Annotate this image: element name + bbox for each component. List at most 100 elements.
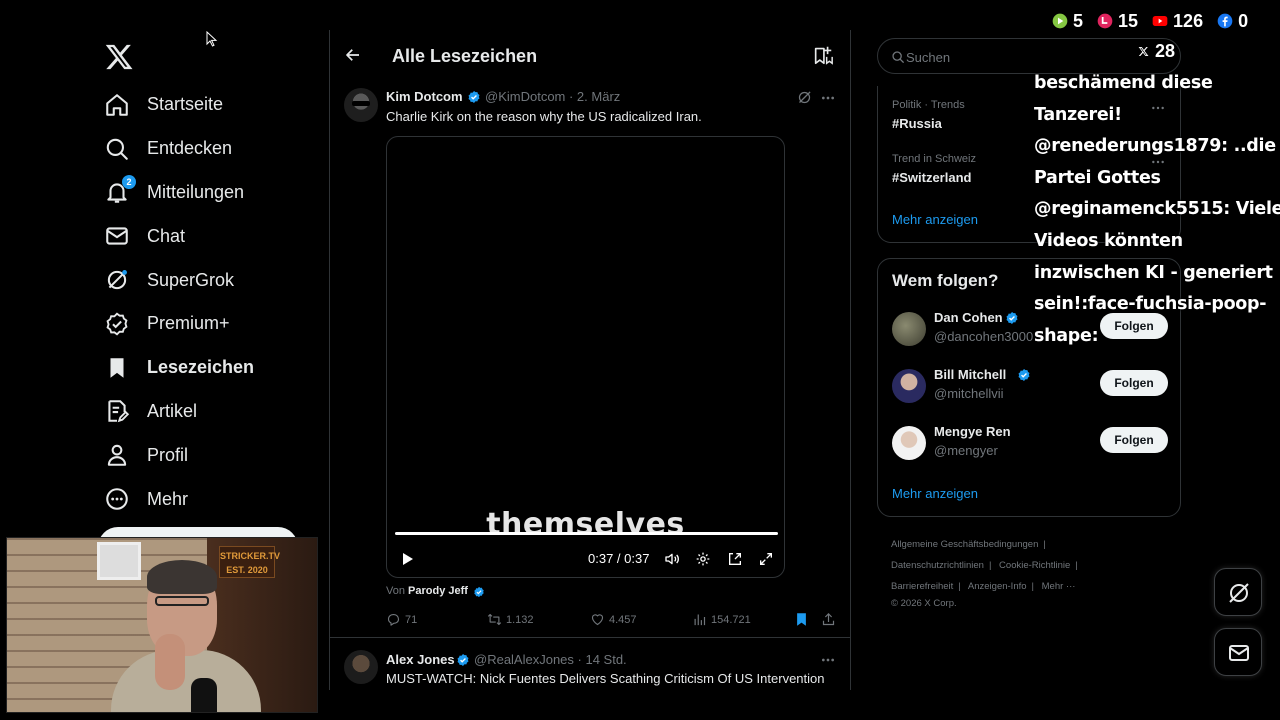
nav-item-articles[interactable]: Artikel xyxy=(104,390,324,434)
tweet-author-name[interactable]: Kim Dotcom xyxy=(386,89,463,104)
avatar[interactable] xyxy=(892,312,926,346)
nav-label-chat: Chat xyxy=(147,225,186,246)
suggestion-handle: @mengyer xyxy=(934,443,998,458)
picture-in-picture-icon[interactable] xyxy=(727,551,743,567)
page-title: Alle Lesezeichen xyxy=(392,46,538,66)
verified-check-icon xyxy=(1018,369,1030,381)
trend-name: #Russia xyxy=(892,116,942,131)
avatar[interactable] xyxy=(344,88,378,122)
footer-link-terms[interactable]: Allgemeine Geschäftsbedingungen xyxy=(891,539,1038,550)
play-icon[interactable] xyxy=(399,551,415,567)
nav-label-explore: Entdecken xyxy=(147,138,233,159)
like-button[interactable]: 4.457 xyxy=(590,612,637,627)
page-header: Alle Lesezeichen xyxy=(330,30,850,82)
share-icon[interactable] xyxy=(821,612,836,627)
footer-link-more[interactable]: Mehr ··· xyxy=(1042,581,1076,592)
avatar[interactable] xyxy=(892,369,926,403)
attribution-prefix: Von xyxy=(386,585,405,597)
nav-label-notifications: Mitteilungen xyxy=(147,181,245,202)
nav-item-more[interactable]: Mehr xyxy=(104,477,324,521)
avatar[interactable] xyxy=(344,650,378,684)
home-icon xyxy=(106,94,128,116)
avatar[interactable] xyxy=(892,426,926,460)
nav-item-premium[interactable]: Premium+ xyxy=(104,302,324,346)
envelope-icon xyxy=(1229,645,1249,661)
nav-item-notifications[interactable]: 2 Mitteilungen xyxy=(104,171,324,215)
search-icon xyxy=(892,51,904,63)
search-input[interactable] xyxy=(906,48,1156,66)
webcam-overlay: STRICKER.TV EST. 2020 xyxy=(6,537,318,713)
trends-show-more-link[interactable]: Mehr anzeigen xyxy=(892,212,978,227)
legal-footer: Allgemeine Geschäftsbedingungen | Datensc… xyxy=(891,539,1078,609)
webcam-sign: STRICKER.TV EST. 2020 xyxy=(219,546,281,578)
fullscreen-icon[interactable] xyxy=(758,551,774,567)
grok-fab-button[interactable] xyxy=(1214,568,1262,616)
reply-button[interactable]: 71 xyxy=(386,612,417,627)
messages-fab-button[interactable] xyxy=(1214,628,1262,676)
views-button[interactable]: 154.721 xyxy=(692,612,751,627)
person-icon xyxy=(107,445,127,467)
tweet[interactable]: Alex Jones @RealAlexJones · 14 Std. MUST… xyxy=(330,640,850,690)
video-player[interactable]: themselves 0:37 / 0:37 xyxy=(386,136,785,578)
timeline-column: Alle Lesezeichen Kim Dotcom @KimDotcom ·… xyxy=(329,30,851,690)
chat-line: shape: xyxy=(1034,325,1099,346)
follow-button[interactable]: Folgen xyxy=(1100,427,1168,453)
tweet[interactable]: Kim Dotcom @KimDotcom · 2. März Charlie … xyxy=(330,82,850,638)
follow-suggestion[interactable]: Mengye Ren @mengyer Folgen xyxy=(892,423,1168,463)
webcam-person-hair xyxy=(147,560,217,594)
tweet-actions: 71 1.132 4.457 154.721 xyxy=(386,612,838,630)
more-horizontal-icon[interactable] xyxy=(820,652,836,668)
verified-check-icon xyxy=(474,586,484,598)
x-logo-icon[interactable] xyxy=(104,42,134,72)
chat-line: Tanzerei! xyxy=(1034,104,1122,125)
notification-badge: 2 xyxy=(122,175,136,190)
nav-item-supergrok[interactable]: SuperGrok xyxy=(104,258,324,302)
chat-line: Videos könnten xyxy=(1034,230,1183,251)
bookmark-filled-icon[interactable] xyxy=(794,612,809,627)
repost-button[interactable]: 1.132 xyxy=(487,612,534,627)
tweet-author-handle[interactable]: @KimDotcom · 2. März xyxy=(485,89,620,104)
repost-icon xyxy=(487,613,502,626)
trend-item[interactable]: Politik · Trends #Russia xyxy=(892,99,965,131)
grok-icon[interactable] xyxy=(797,90,812,105)
like-count: 4.457 xyxy=(609,613,637,626)
footer-link-accessibility[interactable]: Barrierefreiheit xyxy=(891,581,953,592)
nav-item-profile[interactable]: Profil xyxy=(104,433,324,477)
webcam-sign-line2: EST. 2020 xyxy=(226,565,268,575)
nav-item-explore[interactable]: Entdecken xyxy=(104,127,324,171)
webcam-sign-line1: STRICKER.TV xyxy=(220,551,281,561)
video-attribution[interactable]: Von Parody Jeff xyxy=(386,585,468,597)
follow-show-more-link[interactable]: Mehr anzeigen xyxy=(892,486,978,501)
back-arrow-icon[interactable] xyxy=(344,46,362,64)
trend-item[interactable]: Trend in Schweiz #Switzerland xyxy=(892,153,976,185)
youtube-counter: 126 xyxy=(1152,11,1203,32)
video-caption: themselves xyxy=(486,507,685,542)
attribution-name[interactable]: Parody Jeff xyxy=(408,585,468,597)
viewer-counters: 5 15 126 0 xyxy=(1052,10,1248,32)
nav-item-chat[interactable]: Chat xyxy=(104,214,324,258)
footer-link-ads-info[interactable]: Anzeigen-Info xyxy=(968,581,1027,592)
nav-item-bookmarks[interactable]: Lesezeichen xyxy=(104,346,324,390)
tweet-text: MUST-WATCH: Nick Fuentes Delivers Scathi… xyxy=(386,671,825,686)
tweet-author-handle[interactable]: @RealAlexJones · 14 Std. xyxy=(474,652,627,667)
trend-name: #Switzerland xyxy=(892,170,972,185)
rumble-counter: 5 xyxy=(1052,11,1083,32)
bookmark-folder-add-icon[interactable] xyxy=(812,44,834,66)
chat-line: inzwischen KI - generiert xyxy=(1034,262,1273,283)
more-horizontal-icon[interactable] xyxy=(820,90,836,106)
settings-gear-icon[interactable] xyxy=(695,551,711,567)
footer-link-cookies[interactable]: Cookie-Richtlinie xyxy=(999,560,1070,571)
grok-icon xyxy=(1229,583,1249,603)
follow-button[interactable]: Folgen xyxy=(1100,370,1168,396)
video-progress-bar[interactable] xyxy=(395,532,778,535)
volume-icon[interactable] xyxy=(664,551,680,567)
bell-icon-wrap: 2 xyxy=(104,175,136,205)
youtube-icon xyxy=(1152,16,1168,26)
repost-count: 1.132 xyxy=(506,613,534,626)
primary-navigation: Startseite Entdecken 2 Mitteilungen Chat… xyxy=(104,83,324,521)
follow-suggestion[interactable]: Bill Mitchell @mitchellvii Folgen xyxy=(892,366,1168,406)
who-to-follow-title: Wem folgen? xyxy=(892,271,999,290)
tweet-author-name[interactable]: Alex Jones xyxy=(386,652,455,667)
nav-item-home[interactable]: Startseite xyxy=(104,83,324,127)
footer-link-privacy[interactable]: Datenschutzrichtlinien xyxy=(891,560,984,571)
